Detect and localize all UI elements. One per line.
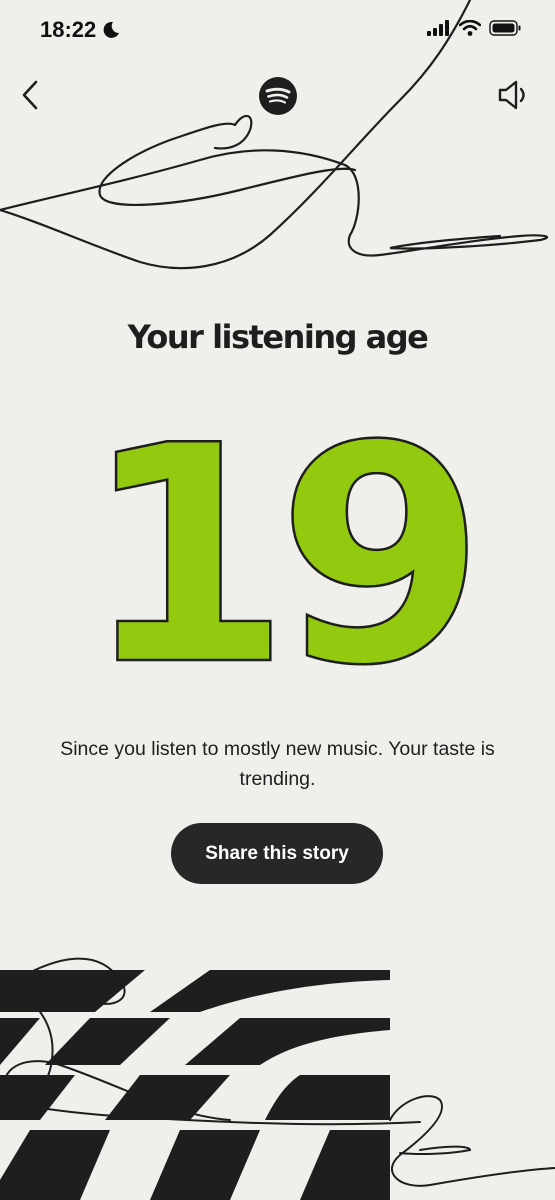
age-value: 19	[82, 420, 471, 680]
story-headline: Your listening age	[127, 318, 429, 356]
story-description: Since you listen to mostly new music. Yo…	[60, 738, 495, 790]
moon-icon	[103, 21, 119, 38]
battery-icon	[489, 20, 521, 36]
wifi-icon	[459, 20, 481, 36]
speaker-icon[interactable]	[496, 78, 530, 112]
status-time: 18:22	[40, 17, 97, 42]
chevron-left-icon[interactable]	[16, 78, 44, 112]
status-bar: 18:22	[0, 0, 555, 64]
decorative-checker-arcs	[0, 957, 555, 1200]
share-story-button[interactable]: Share this story	[171, 823, 383, 884]
listening-age-number: 19	[81, 420, 487, 680]
status-icons	[427, 20, 521, 36]
cellular-signal-icon	[427, 20, 449, 36]
spotify-logo-icon	[259, 77, 297, 115]
